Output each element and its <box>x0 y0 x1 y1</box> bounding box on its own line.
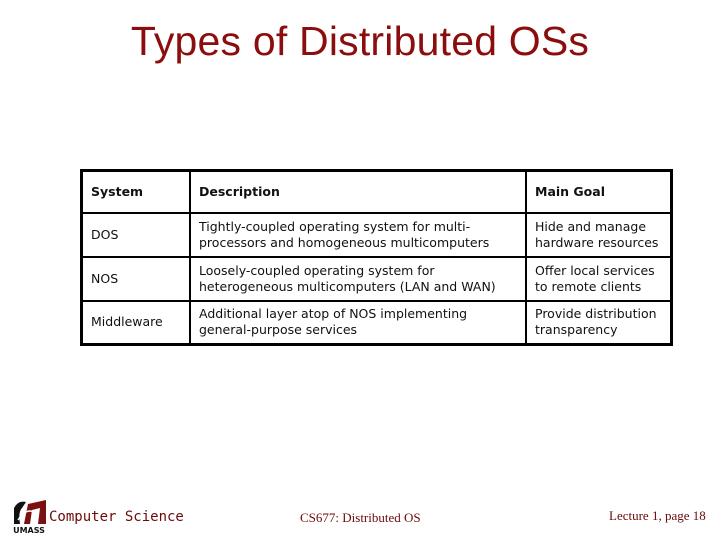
slide-title: Types of Distributed OSs <box>130 18 590 64</box>
header-system: System <box>80 169 191 214</box>
course-label: CS677: Distributed OS <box>300 510 421 525</box>
table-row: DOS Tightly-coupled operating system for… <box>80 211 673 258</box>
table-row: NOS Loosely-coupled operating system for… <box>80 255 673 302</box>
header-description: Description <box>189 169 527 214</box>
cell-description: Additional layer atop of NOS implementin… <box>189 299 527 346</box>
distributed-os-types-table: System Description Main Goal DOS Tightly… <box>80 169 673 346</box>
table-header-row: System Description Main Goal <box>80 169 673 214</box>
header-main-goal: Main Goal <box>525 169 673 214</box>
cell-goal: Provide distribution transparency <box>525 299 673 346</box>
cell-system: DOS <box>80 211 191 258</box>
table-row: Middleware Additional layer atop of NOS … <box>80 299 673 346</box>
cell-description: Tightly-coupled operating system for mul… <box>189 211 527 258</box>
cell-description: Loosely-coupled operating system for het… <box>189 255 527 302</box>
cell-goal: Hide and manage hardware resources <box>525 211 673 258</box>
cell-goal: Offer local services to remote clients <box>525 255 673 302</box>
cell-system: NOS <box>80 255 191 302</box>
svg-text:UMASS: UMASS <box>13 526 45 534</box>
department-label: Computer Science <box>49 509 184 525</box>
page-number-label: Lecture 1, page 18 <box>609 508 706 523</box>
cell-system: Middleware <box>80 299 191 346</box>
umass-logo-icon: UMASS <box>12 498 46 535</box>
